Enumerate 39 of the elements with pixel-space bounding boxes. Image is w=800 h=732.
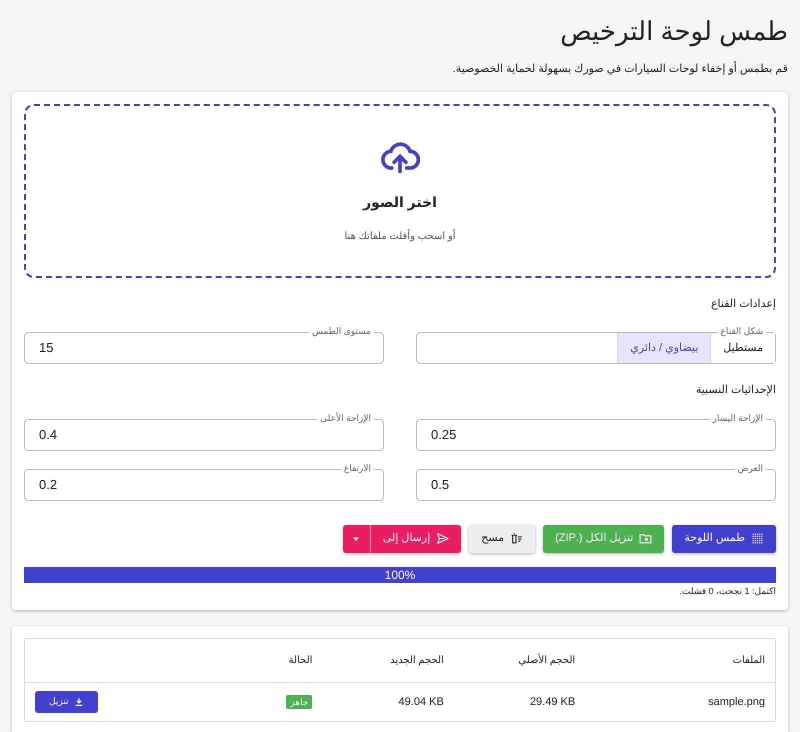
field-label: مستوى الطمس bbox=[308, 325, 374, 338]
drop-zone-title: اختر الصور bbox=[363, 192, 437, 212]
clear-icon bbox=[510, 532, 524, 546]
drop-zone[interactable]: اختر الصور أو اسحب وأفلت ملفاتك هنا bbox=[24, 104, 776, 278]
field-label: الإزاحة اليسار bbox=[710, 412, 766, 424]
send-icon bbox=[436, 532, 450, 546]
dropdown-button[interactable] bbox=[342, 524, 371, 553]
field-value: 0.2 bbox=[39, 476, 58, 494]
field-value: 0.25 bbox=[431, 426, 456, 444]
progress-fill: 100% bbox=[24, 566, 776, 583]
send-button[interactable]: إرسال إلى bbox=[370, 524, 462, 553]
clear-button[interactable]: مسح bbox=[469, 524, 536, 553]
field-label: العرض bbox=[734, 462, 766, 474]
status-badge: جاهز bbox=[286, 694, 312, 709]
field-value: 15 bbox=[39, 339, 54, 358]
dotted-grid-icon bbox=[751, 532, 764, 546]
section-heading: الإحداثيات النسبية bbox=[694, 383, 776, 398]
toggle-option[interactable]: بيضاوي / دائري bbox=[617, 333, 710, 364]
page-subtitle: قم بطمس أو إخفاء لوحات السيارات في صورك بسهولة لحماية الخصوصية. bbox=[452, 61, 788, 78]
field-value: 0.4 bbox=[39, 426, 58, 444]
column-header: الحجم الأصلي bbox=[517, 653, 576, 668]
column-header: الحالة bbox=[288, 654, 312, 668]
blur-button[interactable]: طمس اللوحة bbox=[672, 524, 776, 553]
page-title: طمس لوحة الترخيص bbox=[559, 16, 788, 48]
field-value: 0.5 bbox=[431, 476, 450, 494]
table-cell: 29.49 KB bbox=[530, 696, 576, 708]
field-label: الإزاحة الأعلى bbox=[317, 412, 374, 424]
field-label: الارتفاع bbox=[340, 462, 374, 474]
download-button[interactable]: تنزيل bbox=[35, 691, 98, 713]
section-heading: إعدادات القناع bbox=[710, 296, 776, 312]
column-header: الحجم الجديد bbox=[389, 654, 444, 668]
download-icon bbox=[74, 696, 84, 707]
progress-summary: اكتمل: 1 نجحت، 0 فشلت. bbox=[678, 584, 776, 598]
table-cell: sample.png bbox=[708, 696, 765, 708]
field-label: شكل القناع bbox=[718, 325, 766, 338]
table-cell: 49.04 KB bbox=[398, 696, 444, 708]
folder-icon bbox=[639, 532, 652, 546]
column-header: الملفات bbox=[732, 654, 765, 668]
drop-zone-hint: أو اسحب وأفلت ملفاتك هنا bbox=[344, 228, 456, 244]
